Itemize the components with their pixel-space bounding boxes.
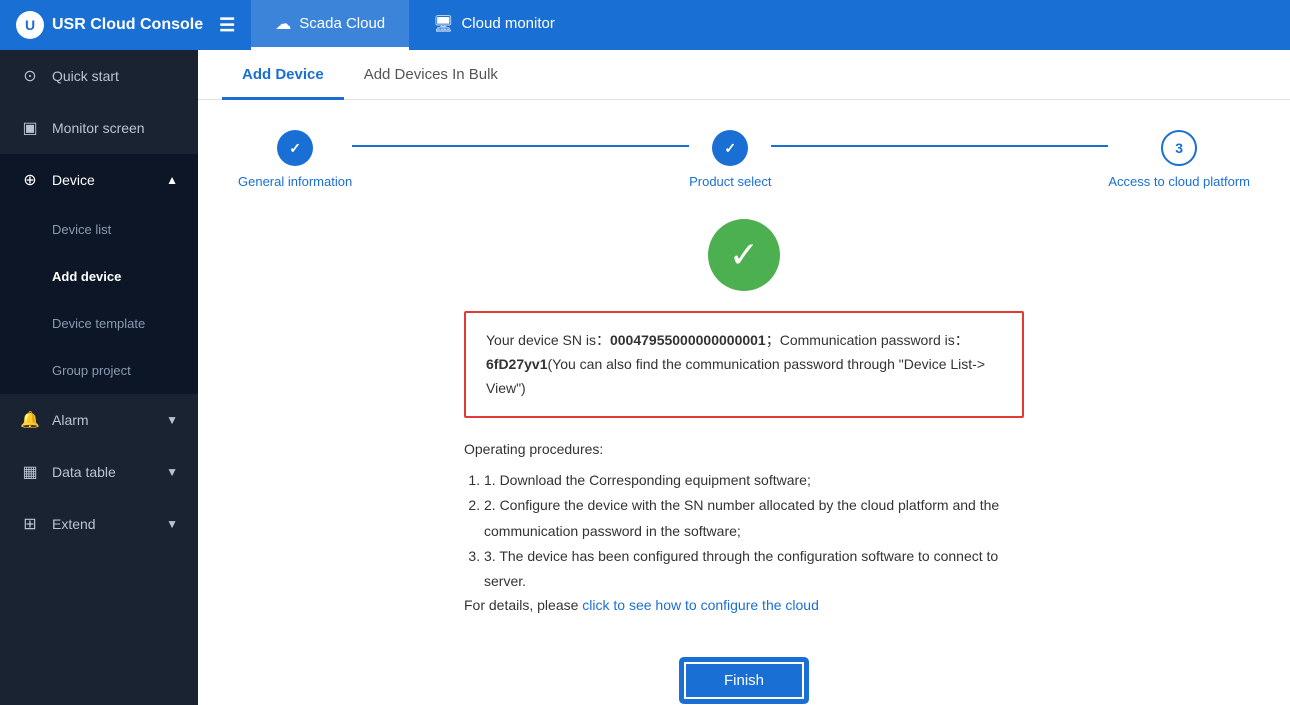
step-access-number: 3 [1175,140,1183,156]
sidebar-item-device-list-label: Device list [52,222,111,237]
topnav-tab-monitor[interactable]: 🖥 Cloud monitor [409,0,579,50]
device-arrow: ▲ [166,173,178,187]
step-general-circle: ✓ [277,130,313,166]
brand: U USR Cloud Console ☰ [16,11,251,39]
brand-label: USR Cloud Console [52,16,203,34]
info-box: Your device SN is：00047955000000000001；C… [464,311,1024,418]
sidebar-item-extend[interactable]: ⊞ Extend ▼ [0,498,198,550]
sidebar-item-group-project[interactable]: Group project [0,347,198,394]
step-product-circle: ✓ [712,130,748,166]
info-pw-prefix: ；Communication password is： [766,332,969,348]
sidebar-item-alarm[interactable]: 🔔 Alarm ▼ [0,394,198,446]
finish-button[interactable]: Finish [682,660,806,701]
step-access-label: Access to cloud platform [1108,174,1250,189]
sidebar-item-device-template-label: Device template [52,316,145,331]
sidebar-item-monitor-screen-label: Monitor screen [52,120,145,136]
sidebar-item-device-label: Device [52,172,95,188]
sidebar-item-add-device[interactable]: Add device [0,253,198,300]
instructions-title: Operating procedures: [464,438,1024,462]
sidebar-item-device-list[interactable]: Device list [0,206,198,253]
info-pw-value: 6fD27yv1 [486,356,548,372]
sidebar-item-device-template[interactable]: Device template [0,300,198,347]
instructions-link-line: For details, please click to see how to … [464,594,1024,618]
alarm-icon: 🔔 [20,410,40,430]
tab-add-device[interactable]: Add Device [222,50,344,100]
topnav-tab-monitor-label: Cloud monitor [461,15,554,32]
sidebar-item-quick-start-label: Quick start [52,68,119,84]
step-general: ✓ General information [238,130,352,189]
step-product: ✓ Product select [689,130,771,189]
configure-cloud-link[interactable]: click to see how to configure the cloud [582,597,819,613]
step-general-label: General information [238,174,352,189]
data-table-arrow: ▼ [166,465,178,479]
sidebar-item-quick-start[interactable]: ⊙ Quick start [0,50,198,102]
step-access-circle: 3 [1161,130,1197,166]
info-sn-value: 00047955000000000001 [610,332,766,348]
step-product-label: Product select [689,174,771,189]
info-sn-prefix: Your device SN is： [486,332,610,348]
sidebar-item-alarm-label: Alarm [52,412,89,428]
sidebar-item-monitor-screen[interactable]: ▣ Monitor screen [0,102,198,154]
sidebar: ⊙ Quick start ▣ Monitor screen ⊕ Device … [0,50,198,705]
monitor-icon: 🖥 [433,14,453,34]
sidebar-item-extend-label: Extend [52,516,96,532]
info-line2: 6fD27yv1(You can also find the communica… [486,353,1002,401]
success-icon-wrap: ✓ [198,219,1290,291]
topnav-tab-scada[interactable]: ☁ Scada Cloud [251,0,409,50]
instructions-list: 1. Download the Corresponding equipment … [484,468,1024,594]
finish-wrap: Finish [198,644,1290,705]
topnav-tab-scada-label: Scada Cloud [299,15,385,32]
menu-icon[interactable]: ☰ [219,15,235,36]
sidebar-item-add-device-label: Add device [52,269,121,284]
alarm-arrow: ▼ [166,413,178,427]
tab-add-bulk[interactable]: Add Devices In Bulk [344,50,518,100]
step-general-icon: ✓ [289,140,301,157]
data-table-icon: ▦ [20,462,40,482]
instructions: Operating procedures: 1. Download the Co… [464,438,1024,644]
monitor-screen-icon: ▣ [20,118,40,138]
extend-icon: ⊞ [20,514,40,534]
step-access: 3 Access to cloud platform [1108,130,1250,189]
checkmark-icon: ✓ [729,234,759,276]
sidebar-device-submenu: Device list Add device Device template G… [0,206,198,394]
quick-start-icon: ⊙ [20,66,40,86]
cloud-icon: ☁ [275,14,291,34]
info-line1: Your device SN is：00047955000000000001；C… [486,329,1002,353]
stepper: ✓ General information ✓ Product select 3 [198,100,1290,209]
brand-icon: U [16,11,44,39]
step-product-icon: ✓ [724,140,736,157]
device-icon: ⊕ [20,170,40,190]
info-pw-hint: (You can also find the communication pas… [486,356,985,396]
step-line-2 [771,145,1108,147]
topnav: U USR Cloud Console ☰ ☁ Scada Cloud 🖥 Cl… [0,0,1290,50]
sidebar-item-group-project-label: Group project [52,363,131,378]
sidebar-item-device[interactable]: ⊕ Device ▲ [0,154,198,206]
instruction-step-1: 1. Download the Corresponding equipment … [484,468,1024,493]
step-line-1 [352,145,689,147]
instruction-step-2: 2. Configure the device with the SN numb… [484,493,1024,543]
extend-arrow: ▼ [166,517,178,531]
sidebar-item-data-table[interactable]: ▦ Data table ▼ [0,446,198,498]
instructions-link-prefix: For details, please [464,597,582,613]
main-content: Add Device Add Devices In Bulk ✓ General… [198,50,1290,705]
instruction-step-3: 3. The device has been configured throug… [484,544,1024,594]
page-tabs: Add Device Add Devices In Bulk [198,50,1290,100]
success-circle: ✓ [708,219,780,291]
sidebar-item-data-table-label: Data table [52,464,116,480]
